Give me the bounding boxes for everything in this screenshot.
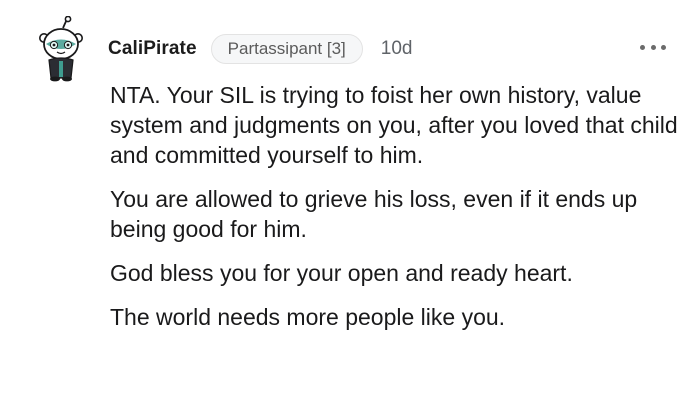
comment-timestamp[interactable]: 10d <box>381 38 413 60</box>
more-options-icon[interactable] <box>640 43 666 51</box>
comment: CaliPirate Partassipant [3] 10d NTA. You… <box>0 0 700 411</box>
comment-body: NTA. Your SIL is trying to foist her own… <box>110 80 685 346</box>
comment-paragraph: You are allowed to grieve his loss, even… <box>110 186 638 242</box>
comment-paragraph: NTA. Your SIL is trying to foist her own… <box>110 82 678 168</box>
more-dot <box>640 44 645 50</box>
comment-paragraph: God bless you for your open and ready he… <box>110 260 573 286</box>
comment-header: CaliPirate Partassipant [3] 10d <box>108 33 412 65</box>
username-link[interactable]: CaliPirate <box>108 38 197 60</box>
more-dot <box>650 44 656 50</box>
more-dot <box>661 44 666 50</box>
user-flair-badge: Partassipant [3] <box>210 34 363 64</box>
comment-paragraph: The world needs more people like you. <box>110 304 506 330</box>
user-avatar-icon[interactable] <box>36 15 86 82</box>
